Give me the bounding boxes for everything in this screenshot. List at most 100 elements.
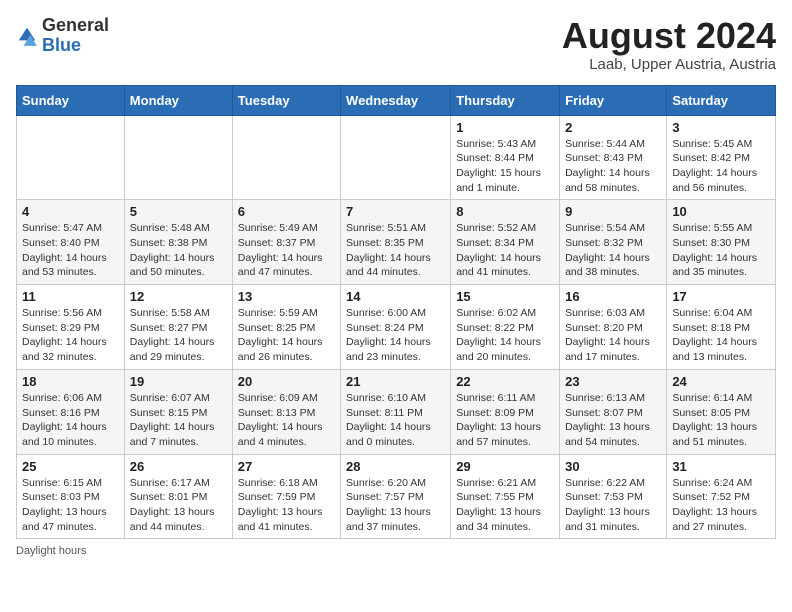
- location-title: Laab, Upper Austria, Austria: [562, 56, 776, 73]
- calendar-cell: [17, 115, 125, 200]
- calendar-cell: 11 Sunrise: 5:56 AM Sunset: 8:29 PM Dayli…: [17, 285, 125, 370]
- day-number: 26: [130, 459, 227, 474]
- calendar-day-header: Friday: [560, 85, 667, 115]
- day-info: Sunrise: 6:04 AM Sunset: 8:18 PM Dayligh…: [672, 306, 770, 365]
- day-number: 24: [672, 374, 770, 389]
- logo-icon: [16, 25, 38, 47]
- calendar-cell: 17 Sunrise: 6:04 AM Sunset: 8:18 PM Dayli…: [667, 285, 776, 370]
- day-number: 3: [672, 120, 770, 135]
- calendar-week-row: 25Sunrise: 6:15 AM Sunset: 8:03 PM Dayli…: [17, 454, 776, 539]
- calendar-day-header: Saturday: [667, 85, 776, 115]
- day-info: Sunrise: 5:45 AM Sunset: 8:42 PM Dayligh…: [672, 137, 770, 196]
- day-number: 25: [22, 459, 119, 474]
- calendar-week-row: 4 Sunrise: 5:47 AM Sunset: 8:40 PM Daylig…: [17, 200, 776, 285]
- day-info: Sunrise: 6:13 AM Sunset: 8:07 PM Dayligh…: [565, 391, 661, 450]
- day-number: 27: [238, 459, 335, 474]
- calendar-cell: 18Sunrise: 6:06 AM Sunset: 8:16 PM Dayli…: [17, 369, 125, 454]
- day-info: Sunrise: 6:21 AM Sunset: 7:55 PM Dayligh…: [456, 476, 554, 535]
- header: General Blue August 2024 Laab, Upper Aus…: [16, 16, 776, 73]
- day-number: 20: [238, 374, 335, 389]
- day-info: Sunrise: 6:09 AM Sunset: 8:13 PM Dayligh…: [238, 391, 335, 450]
- calendar-cell: 14Sunrise: 6:00 AM Sunset: 8:24 PM Dayli…: [341, 285, 451, 370]
- day-number: 28: [346, 459, 445, 474]
- calendar-cell: 20 Sunrise: 6:09 AM Sunset: 8:13 PM Dayli…: [232, 369, 340, 454]
- day-info: Sunrise: 5:52 AM Sunset: 8:34 PM Dayligh…: [456, 221, 554, 280]
- calendar-cell: 29 Sunrise: 6:21 AM Sunset: 7:55 PM Dayli…: [451, 454, 560, 539]
- calendar-cell: 24Sunrise: 6:14 AM Sunset: 8:05 PM Dayli…: [667, 369, 776, 454]
- day-number: 6: [238, 204, 335, 219]
- calendar-day-header: Wednesday: [341, 85, 451, 115]
- calendar-cell: 25Sunrise: 6:15 AM Sunset: 8:03 PM Dayli…: [17, 454, 125, 539]
- calendar-cell: 3 Sunrise: 5:45 AM Sunset: 8:42 PM Daylig…: [667, 115, 776, 200]
- day-info: Sunrise: 5:48 AM Sunset: 8:38 PM Dayligh…: [130, 221, 227, 280]
- calendar-cell: 26Sunrise: 6:17 AM Sunset: 8:01 PM Dayli…: [124, 454, 232, 539]
- day-info: Sunrise: 5:44 AM Sunset: 8:43 PM Dayligh…: [565, 137, 661, 196]
- day-info: Sunrise: 6:24 AM Sunset: 7:52 PM Dayligh…: [672, 476, 770, 535]
- calendar-cell: 27 Sunrise: 6:18 AM Sunset: 7:59 PM Dayli…: [232, 454, 340, 539]
- day-number: 23: [565, 374, 661, 389]
- calendar-cell: 7 Sunrise: 5:51 AM Sunset: 8:35 PM Daylig…: [341, 200, 451, 285]
- calendar-cell: 4 Sunrise: 5:47 AM Sunset: 8:40 PM Daylig…: [17, 200, 125, 285]
- calendar-header-row: SundayMondayTuesdayWednesdayThursdayFrid…: [17, 85, 776, 115]
- day-number: 31: [672, 459, 770, 474]
- day-info: Sunrise: 5:55 AM Sunset: 8:30 PM Dayligh…: [672, 221, 770, 280]
- title-area: August 2024 Laab, Upper Austria, Austria: [562, 16, 776, 73]
- calendar-cell: 19Sunrise: 6:07 AM Sunset: 8:15 PM Dayli…: [124, 369, 232, 454]
- day-number: 16: [565, 289, 661, 304]
- day-number: 10: [672, 204, 770, 219]
- day-info: Sunrise: 5:59 AM Sunset: 8:25 PM Dayligh…: [238, 306, 335, 365]
- calendar-cell: 16Sunrise: 6:03 AM Sunset: 8:20 PM Dayli…: [560, 285, 667, 370]
- day-number: 4: [22, 204, 119, 219]
- calendar-day-header: Sunday: [17, 85, 125, 115]
- day-number: 29: [456, 459, 554, 474]
- calendar-cell: 5 Sunrise: 5:48 AM Sunset: 8:38 PM Daylig…: [124, 200, 232, 285]
- calendar-cell: 10 Sunrise: 5:55 AM Sunset: 8:30 PM Dayli…: [667, 200, 776, 285]
- day-number: 11: [22, 289, 119, 304]
- day-info: Sunrise: 6:11 AM Sunset: 8:09 PM Dayligh…: [456, 391, 554, 450]
- day-info: Sunrise: 5:54 AM Sunset: 8:32 PM Dayligh…: [565, 221, 661, 280]
- calendar-cell: 23 Sunrise: 6:13 AM Sunset: 8:07 PM Dayli…: [560, 369, 667, 454]
- calendar: SundayMondayTuesdayWednesdayThursdayFrid…: [16, 85, 776, 540]
- calendar-cell: 15Sunrise: 6:02 AM Sunset: 8:22 PM Dayli…: [451, 285, 560, 370]
- day-info: Sunrise: 5:47 AM Sunset: 8:40 PM Dayligh…: [22, 221, 119, 280]
- day-number: 8: [456, 204, 554, 219]
- logo-general: General: [42, 16, 109, 36]
- day-info: Sunrise: 5:56 AM Sunset: 8:29 PM Dayligh…: [22, 306, 119, 365]
- day-info: Sunrise: 6:06 AM Sunset: 8:16 PM Dayligh…: [22, 391, 119, 450]
- logo: General Blue: [16, 16, 109, 56]
- day-number: 12: [130, 289, 227, 304]
- day-number: 30: [565, 459, 661, 474]
- day-number: 17: [672, 289, 770, 304]
- day-info: Sunrise: 6:18 AM Sunset: 7:59 PM Dayligh…: [238, 476, 335, 535]
- calendar-cell: 31 Sunrise: 6:24 AM Sunset: 7:52 PM Dayli…: [667, 454, 776, 539]
- calendar-cell: 28 Sunrise: 6:20 AM Sunset: 7:57 PM Dayli…: [341, 454, 451, 539]
- day-number: 21: [346, 374, 445, 389]
- month-title: August 2024: [562, 16, 776, 56]
- day-info: Sunrise: 6:10 AM Sunset: 8:11 PM Dayligh…: [346, 391, 445, 450]
- day-number: 13: [238, 289, 335, 304]
- calendar-cell: [124, 115, 232, 200]
- calendar-cell: 9 Sunrise: 5:54 AM Sunset: 8:32 PM Daylig…: [560, 200, 667, 285]
- calendar-day-header: Monday: [124, 85, 232, 115]
- calendar-week-row: 18Sunrise: 6:06 AM Sunset: 8:16 PM Dayli…: [17, 369, 776, 454]
- day-number: 7: [346, 204, 445, 219]
- day-info: Sunrise: 6:20 AM Sunset: 7:57 PM Dayligh…: [346, 476, 445, 535]
- day-info: Sunrise: 5:51 AM Sunset: 8:35 PM Dayligh…: [346, 221, 445, 280]
- calendar-cell: 2Sunrise: 5:44 AM Sunset: 8:43 PM Daylig…: [560, 115, 667, 200]
- calendar-cell: 8 Sunrise: 5:52 AM Sunset: 8:34 PM Daylig…: [451, 200, 560, 285]
- logo-blue: Blue: [42, 36, 109, 56]
- day-info: Sunrise: 5:58 AM Sunset: 8:27 PM Dayligh…: [130, 306, 227, 365]
- day-number: 5: [130, 204, 227, 219]
- calendar-cell: 12 Sunrise: 5:58 AM Sunset: 8:27 PM Dayli…: [124, 285, 232, 370]
- calendar-cell: 30Sunrise: 6:22 AM Sunset: 7:53 PM Dayli…: [560, 454, 667, 539]
- calendar-cell: [232, 115, 340, 200]
- day-number: 22: [456, 374, 554, 389]
- day-number: 15: [456, 289, 554, 304]
- day-info: Sunrise: 6:07 AM Sunset: 8:15 PM Dayligh…: [130, 391, 227, 450]
- day-number: 1: [456, 120, 554, 135]
- calendar-day-header: Tuesday: [232, 85, 340, 115]
- day-info: Sunrise: 5:43 AM Sunset: 8:44 PM Dayligh…: [456, 137, 554, 196]
- day-info: Sunrise: 6:00 AM Sunset: 8:24 PM Dayligh…: [346, 306, 445, 365]
- day-number: 9: [565, 204, 661, 219]
- calendar-cell: 21 Sunrise: 6:10 AM Sunset: 8:11 PM Dayli…: [341, 369, 451, 454]
